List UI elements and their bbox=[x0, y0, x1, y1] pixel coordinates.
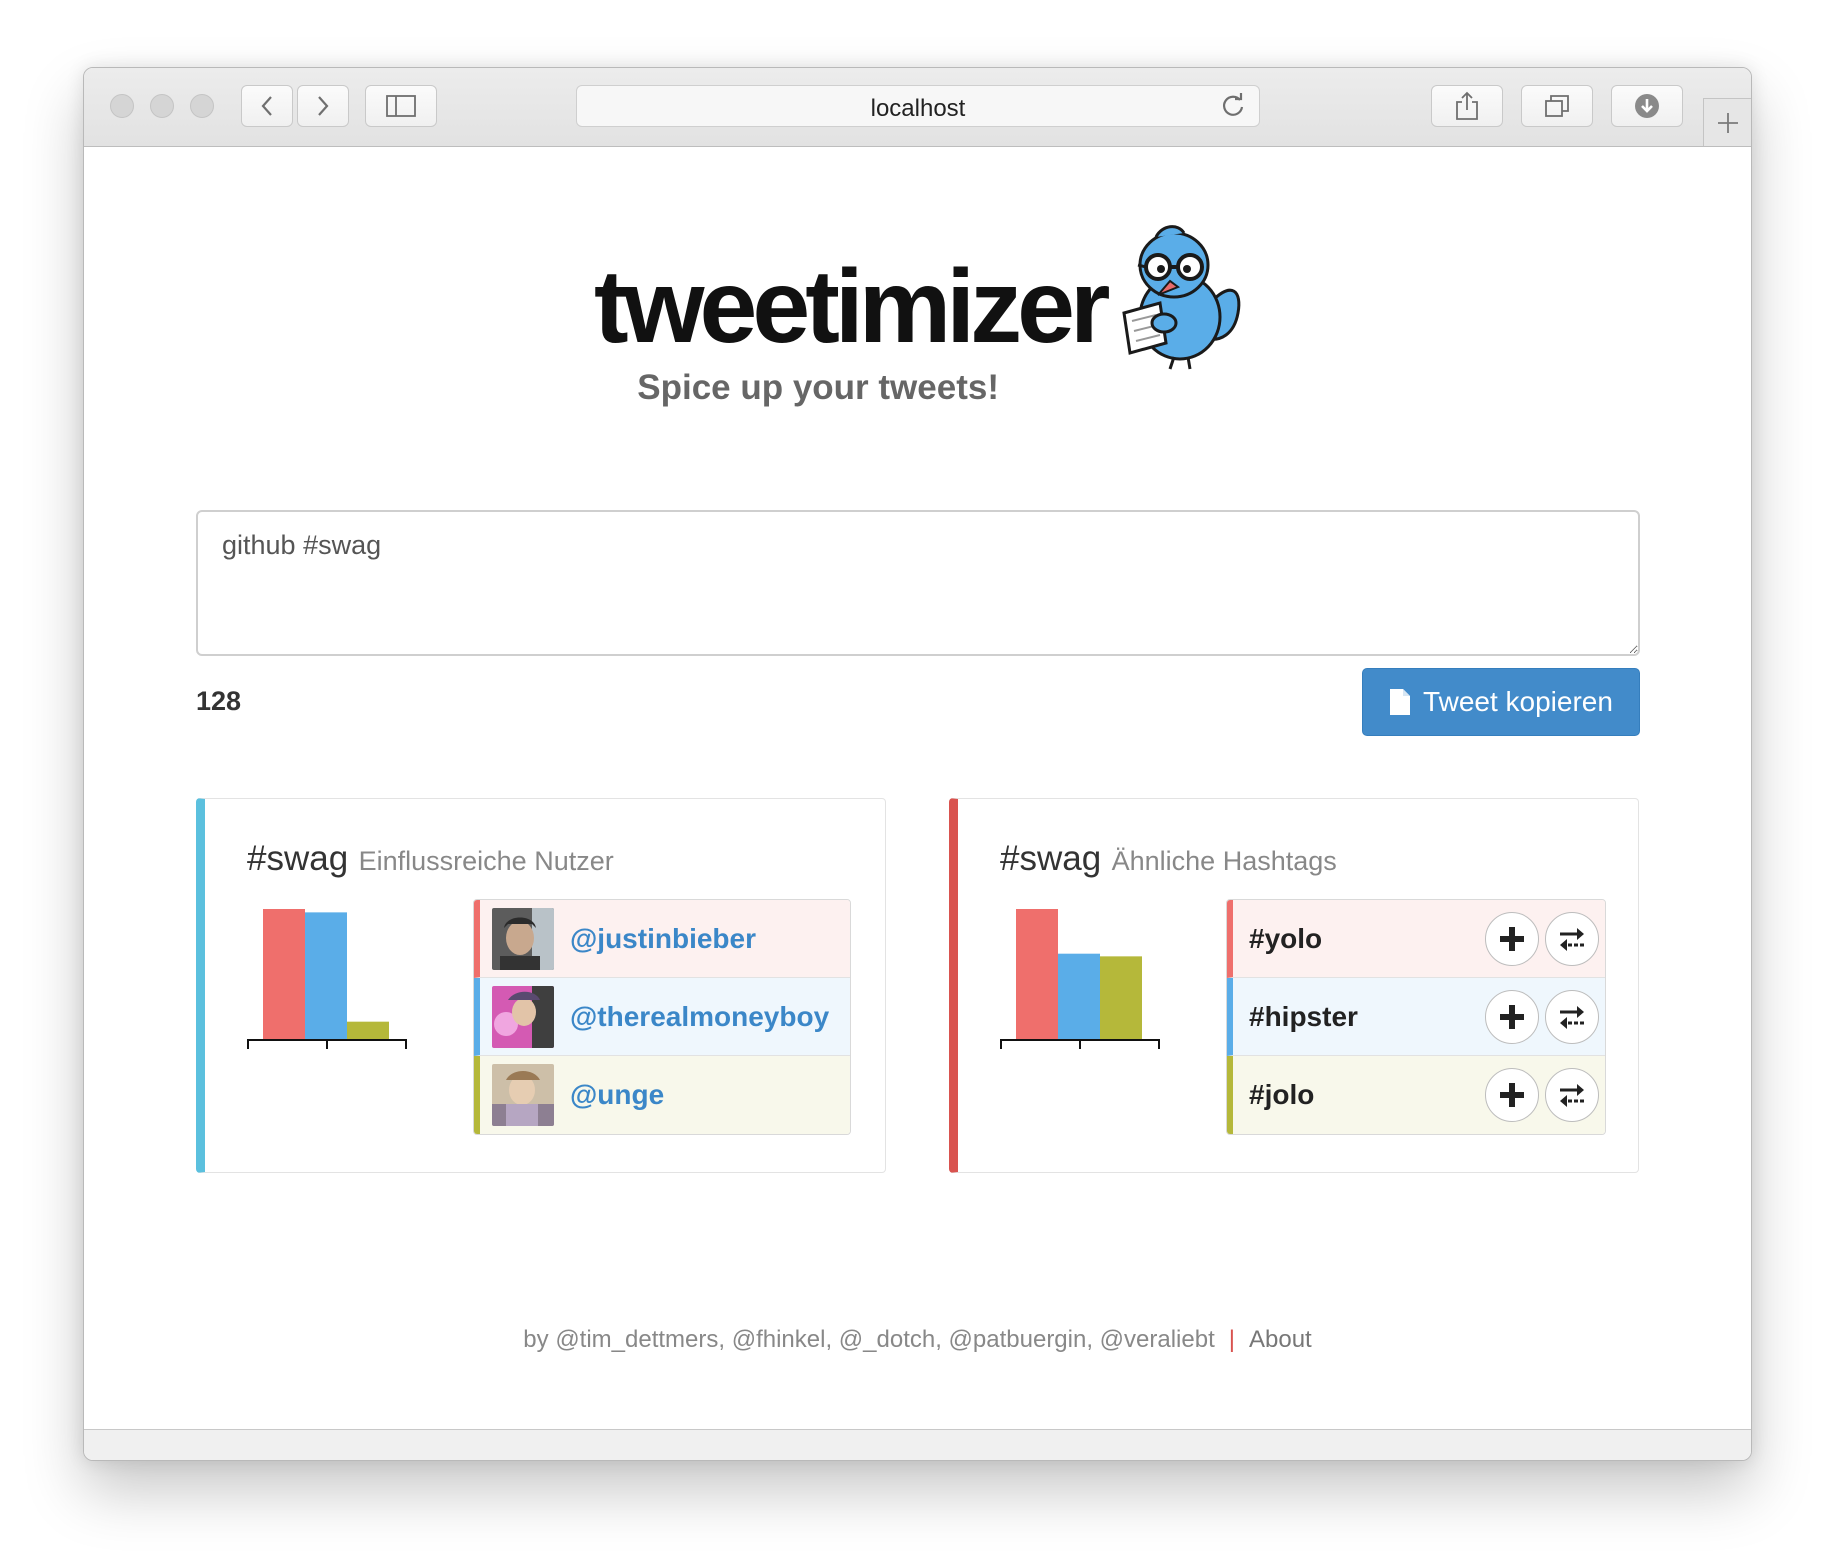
influencers-subtitle: Einflussreiche Nutzer bbox=[358, 846, 614, 876]
about-link[interactable]: About bbox=[1249, 1326, 1312, 1353]
influencers-panel: #swag Einflussreiche Nutzer @justinbiebe… bbox=[196, 798, 886, 1173]
influencer-link[interactable]: @therealmoneyboy bbox=[570, 1001, 829, 1033]
influencer-item[interactable]: @therealmoneyboy bbox=[474, 978, 850, 1056]
similar-title: #swag Ähnliche Hashtags bbox=[1000, 839, 1337, 879]
add-hashtag-button[interactable] bbox=[1485, 1068, 1539, 1122]
bar-#yolo bbox=[1016, 909, 1058, 1039]
document-icon bbox=[1390, 689, 1411, 715]
hashtag-item: #jolo bbox=[1227, 1056, 1605, 1134]
avatar bbox=[492, 985, 554, 1048]
influencer-link[interactable]: @justinbieber bbox=[570, 923, 756, 955]
swap-icon bbox=[1560, 927, 1584, 951]
address-bar[interactable]: localhost bbox=[576, 85, 1260, 127]
similar-hashtag: #swag bbox=[1000, 839, 1102, 878]
swap-icon bbox=[1560, 1084, 1584, 1107]
hashtag-item: #hipster bbox=[1227, 978, 1605, 1056]
influencer-item[interactable]: @unge bbox=[474, 1056, 850, 1134]
zoom-window-button[interactable] bbox=[190, 94, 214, 118]
share-icon bbox=[1456, 91, 1478, 120]
replace-hashtag-button[interactable] bbox=[1545, 911, 1599, 966]
copy-tweet-button[interactable]: Tweet kopieren bbox=[1362, 668, 1640, 736]
footer: by @tim_dettmers, @fhinkel, @_dotch, @pa… bbox=[84, 1326, 1751, 1354]
close-window-button[interactable] bbox=[110, 94, 134, 118]
footer-credits: by @tim_dettmers, @fhinkel, @_dotch, @pa… bbox=[523, 1326, 1215, 1353]
similar-hashtags-chart bbox=[1000, 909, 1160, 1049]
plus-icon bbox=[1717, 112, 1738, 133]
bar-#hipster bbox=[1058, 953, 1100, 1039]
similar-subtitle: Ähnliche Hashtags bbox=[1111, 846, 1337, 876]
swap-icon bbox=[1560, 1005, 1584, 1029]
back-button[interactable] bbox=[241, 85, 293, 127]
forward-button[interactable] bbox=[297, 85, 349, 127]
avatar bbox=[492, 1064, 554, 1126]
download-icon bbox=[1635, 94, 1659, 118]
copy-tweet-label: Tweet kopieren bbox=[1423, 686, 1613, 717]
bird-mascot-icon bbox=[1122, 225, 1241, 370]
hashtag-label: #yolo bbox=[1249, 922, 1323, 954]
influencer-item[interactable]: @justinbieber bbox=[474, 900, 850, 978]
similar-hashtags-list: #yolo #hipster #jolo bbox=[1226, 899, 1606, 1135]
chevron-left-icon bbox=[261, 96, 272, 116]
replace-hashtag-button[interactable] bbox=[1545, 989, 1599, 1044]
hashtag-label: #jolo bbox=[1249, 1079, 1315, 1110]
influencer-link[interactable]: @unge bbox=[570, 1079, 664, 1111]
downloads-button[interactable] bbox=[1611, 85, 1683, 127]
tweet-input[interactable]: github #swag bbox=[196, 510, 1640, 656]
influencers-hashtag: #swag bbox=[247, 839, 349, 878]
browser-window: localhost tweetimizer Spice up your twee… bbox=[83, 67, 1752, 1461]
chevron-right-icon bbox=[318, 96, 329, 116]
bar-@justinbieber bbox=[263, 909, 305, 1039]
add-hashtag-button[interactable] bbox=[1485, 989, 1539, 1044]
logo-wordmark: tweetimizer bbox=[594, 249, 1110, 365]
sidebar-icon bbox=[386, 95, 416, 117]
bar-@unge bbox=[347, 1021, 389, 1039]
minimize-window-button[interactable] bbox=[150, 94, 174, 118]
influencers-title: #swag Einflussreiche Nutzer bbox=[247, 839, 614, 879]
tabs-overview-button[interactable] bbox=[1521, 85, 1593, 127]
add-hashtag-button[interactable] bbox=[1485, 911, 1539, 966]
new-tab-button[interactable] bbox=[1703, 98, 1751, 146]
url-text: localhost bbox=[870, 95, 966, 122]
plus-icon bbox=[1500, 1004, 1524, 1029]
share-button[interactable] bbox=[1431, 85, 1503, 127]
plus-icon bbox=[1500, 1083, 1524, 1107]
browser-bottom-bar bbox=[84, 1429, 1751, 1460]
influencers-list: @justinbieber @therealmoneyboy @unge bbox=[473, 899, 851, 1135]
plus-icon bbox=[1500, 926, 1524, 951]
reload-icon bbox=[1222, 93, 1244, 116]
character-counter: 128 bbox=[196, 686, 242, 716]
sidebar-toggle-button[interactable] bbox=[365, 85, 437, 127]
replace-hashtag-button[interactable] bbox=[1545, 1068, 1599, 1122]
hashtag-label: #hipster bbox=[1249, 1000, 1358, 1032]
x-axis bbox=[1000, 1039, 1160, 1049]
bar-#jolo bbox=[1100, 956, 1142, 1039]
influencers-chart bbox=[247, 909, 407, 1049]
browser-toolbar: localhost bbox=[84, 68, 1751, 147]
similar-hashtags-panel: #swag Ähnliche Hashtags #yolo #hipster #… bbox=[949, 798, 1639, 1173]
tagline: Spice up your tweets! bbox=[637, 368, 999, 407]
avatar bbox=[492, 907, 554, 970]
footer-separator: | bbox=[1228, 1326, 1235, 1353]
x-axis bbox=[247, 1039, 407, 1049]
reload-button[interactable] bbox=[1219, 92, 1247, 125]
bar-@therealmoneyboy bbox=[305, 912, 347, 1039]
hashtag-item: #yolo bbox=[1227, 900, 1605, 978]
tabs-icon bbox=[1545, 95, 1569, 117]
